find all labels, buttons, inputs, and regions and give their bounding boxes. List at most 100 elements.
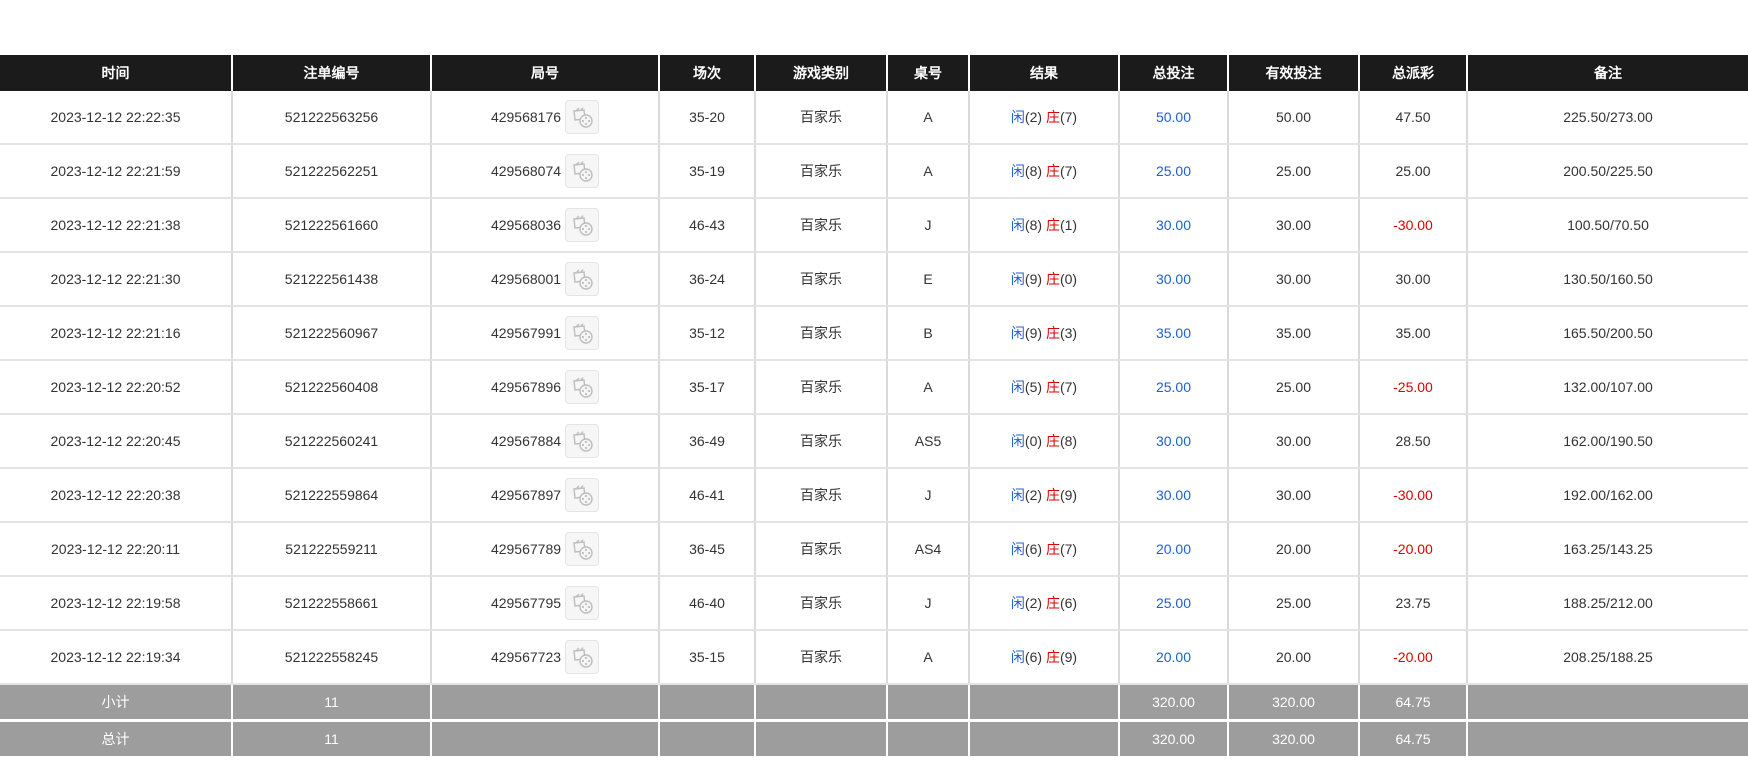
cell-result: 闲(0) 庄(8): [968, 414, 1119, 469]
cell-payout: 28.50: [1358, 414, 1467, 469]
cell-game: 百家乐: [754, 360, 887, 415]
table-row: 2023-12-12 22:21:30 521222561438 429568001…: [0, 252, 1748, 307]
cell-total-bet: 30.00: [1118, 252, 1228, 307]
cell-valid-bet: 30.00: [1227, 414, 1359, 469]
cell-time: 2023-12-12 22:19:34: [0, 630, 232, 685]
round-number: 429567896: [490, 379, 562, 395]
summary-empty: [658, 720, 755, 759]
header-total-bet: 总投注: [1118, 55, 1228, 91]
cell-remark: 192.00/162.00: [1466, 468, 1748, 523]
player-label: 闲: [1010, 217, 1025, 233]
banker-score: (8): [1059, 433, 1078, 449]
cell-time: 2023-12-12 22:20:45: [0, 414, 232, 469]
cell-round: 429567723: [430, 630, 659, 685]
cell-time: 2023-12-12 22:21:16: [0, 306, 232, 361]
banker-label: 庄: [1045, 217, 1060, 233]
round-number: 429568001: [490, 271, 562, 287]
summary-payout: 64.75: [1358, 720, 1467, 759]
cell-time: 2023-12-12 22:21:59: [0, 144, 232, 199]
cell-bet-id: 521222561438: [231, 252, 431, 307]
summary-empty: [886, 684, 969, 722]
cell-bet-id: 521222562251: [231, 144, 431, 199]
round-number: 429567884: [490, 433, 562, 449]
cell-remark: 132.00/107.00: [1466, 360, 1748, 415]
round-number: 429568074: [490, 163, 562, 179]
summary-empty: [430, 684, 659, 722]
banker-label: 庄: [1045, 649, 1060, 665]
cell-round: 429568176: [430, 91, 659, 145]
cell-payout: 23.75: [1358, 576, 1467, 631]
player-score: (2): [1024, 487, 1043, 503]
cell-game: 百家乐: [754, 91, 887, 145]
cell-bet-id: 521222561660: [231, 198, 431, 253]
cell-bet-id: 521222563256: [231, 91, 431, 145]
banker-score: (7): [1059, 379, 1078, 395]
cell-time: 2023-12-12 22:21:30: [0, 252, 232, 307]
cell-table: E: [886, 252, 969, 307]
cell-valid-bet: 25.00: [1227, 360, 1359, 415]
banker-label: 庄: [1045, 379, 1060, 395]
video-replay-icon[interactable]: [565, 586, 600, 620]
header-valid-bet: 有效投注: [1227, 55, 1359, 91]
cell-round: 429568001: [430, 252, 659, 307]
player-score: (9): [1024, 325, 1043, 341]
header-session: 场次: [658, 55, 755, 91]
summary-total-bet: 320.00: [1118, 684, 1228, 722]
player-score: (5): [1024, 379, 1043, 395]
round-number: 429567723: [490, 649, 562, 665]
banker-label: 庄: [1045, 163, 1060, 179]
summary-empty: [1466, 720, 1748, 759]
summary-payout: 64.75: [1358, 684, 1467, 722]
cell-valid-bet: 30.00: [1227, 252, 1359, 307]
cell-valid-bet: 50.00: [1227, 91, 1359, 145]
video-replay-icon[interactable]: [565, 532, 600, 566]
cell-game: 百家乐: [754, 468, 887, 523]
banker-label: 庄: [1045, 325, 1060, 341]
video-replay-icon[interactable]: [565, 316, 600, 350]
banker-score: (9): [1059, 487, 1078, 503]
cell-total-bet: 20.00: [1118, 522, 1228, 577]
header-payout: 总派彩: [1358, 55, 1467, 91]
video-replay-icon[interactable]: [565, 100, 600, 134]
banker-score: (7): [1059, 163, 1078, 179]
summary-total-bet: 320.00: [1118, 720, 1228, 759]
table-row: 2023-12-12 22:21:16 521222560967 429567991…: [0, 306, 1748, 361]
video-replay-icon[interactable]: [565, 478, 600, 512]
table-row: 2023-12-12 22:21:38 521222561660 429568036…: [0, 198, 1748, 253]
header-game: 游戏类别: [754, 55, 887, 91]
banker-score: (3): [1059, 325, 1078, 341]
table-row: 2023-12-12 22:20:11 521222559211 429567789…: [0, 522, 1748, 577]
video-replay-icon[interactable]: [565, 262, 600, 296]
cell-result: 闲(2) 庄(6): [968, 576, 1119, 631]
header-bet-id: 注单编号: [231, 55, 431, 91]
cell-remark: 130.50/160.50: [1466, 252, 1748, 307]
video-replay-icon[interactable]: [565, 154, 600, 188]
video-replay-icon[interactable]: [565, 640, 600, 674]
summary-empty: [1466, 684, 1748, 722]
summary-empty: [886, 720, 969, 759]
bet-records-table: 时间 注单编号 局号 场次 游戏类别 桌号 结果 总投注 有效投注 总派彩 备注…: [0, 55, 1748, 759]
round-number: 429568176: [490, 109, 562, 125]
video-replay-icon[interactable]: [565, 424, 600, 458]
cell-payout: -30.00: [1358, 468, 1467, 523]
player-label: 闲: [1010, 271, 1025, 287]
cell-result: 闲(9) 庄(0): [968, 252, 1119, 307]
banker-label: 庄: [1045, 433, 1060, 449]
cell-result: 闲(5) 庄(7): [968, 360, 1119, 415]
summary-label: 总计: [0, 720, 232, 759]
round-number: 429567897: [490, 487, 562, 503]
summary-empty: [968, 720, 1119, 759]
player-score: (9): [1024, 271, 1043, 287]
cell-round: 429567789: [430, 522, 659, 577]
banker-label: 庄: [1045, 595, 1060, 611]
cell-round: 429567991: [430, 306, 659, 361]
table-row: 2023-12-12 22:21:59 521222562251 429568074…: [0, 144, 1748, 199]
cell-session: 46-41: [658, 468, 755, 523]
summary-empty: [430, 720, 659, 759]
cell-remark: 188.25/212.00: [1466, 576, 1748, 631]
video-replay-icon[interactable]: [565, 370, 600, 404]
video-replay-icon[interactable]: [565, 208, 600, 242]
cell-bet-id: 521222558661: [231, 576, 431, 631]
cell-result: 闲(9) 庄(3): [968, 306, 1119, 361]
table-header-row: 时间 注单编号 局号 场次 游戏类别 桌号 结果 总投注 有效投注 总派彩 备注: [0, 55, 1748, 91]
